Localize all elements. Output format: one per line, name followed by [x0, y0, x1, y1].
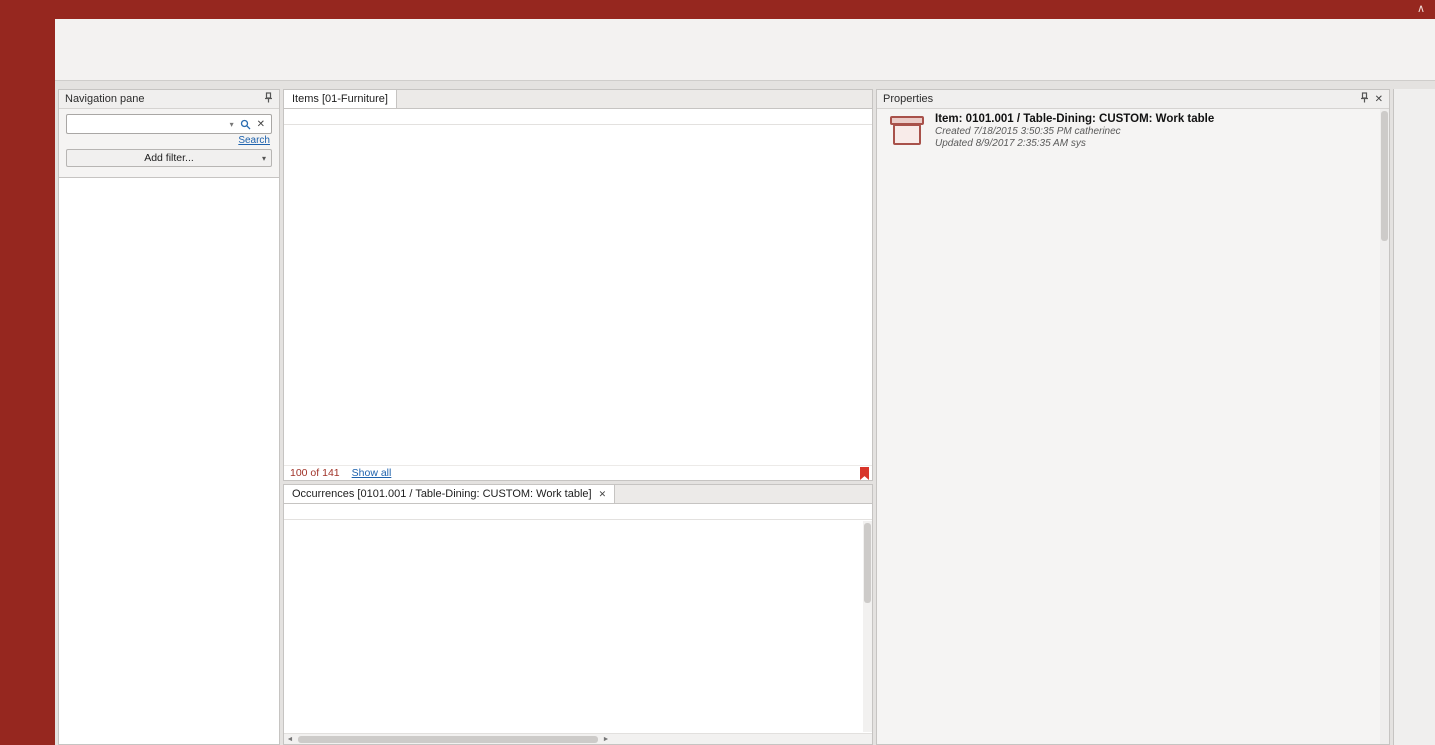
- occurrences-vertical-scrollbar[interactable]: [863, 521, 872, 732]
- pin-icon[interactable]: [1360, 92, 1369, 106]
- occurrences-table-header: [284, 504, 872, 520]
- search-link[interactable]: Search: [238, 135, 270, 146]
- items-panel: Items [01-Furniture] 100 of 141 Show all: [283, 89, 873, 481]
- occurrences-tab-label: Occurrences [0101.001 / Table-Dining: CU…: [292, 488, 592, 500]
- search-icon[interactable]: [237, 119, 254, 130]
- scroll-thumb[interactable]: [298, 736, 598, 743]
- occurrences-tabstrip: Occurrences [0101.001 / Table-Dining: CU…: [284, 485, 872, 504]
- properties-title: Properties ✕: [877, 90, 1389, 109]
- occurrences-tab[interactable]: Occurrences [0101.001 / Table-Dining: CU…: [284, 485, 615, 503]
- properties-panel: Properties ✕ Item: 0101.001 / Table-Dini…: [876, 89, 1390, 745]
- pin-icon[interactable]: [264, 92, 273, 106]
- properties-scrollbar[interactable]: [1380, 109, 1389, 744]
- item-created: Created 7/18/2015 3:50:35 PM catherinec: [935, 126, 1214, 138]
- item-header: Item: 0101.001 / Table-Dining: CUSTOM: W…: [889, 113, 1367, 150]
- scroll-right-icon[interactable]: ►: [600, 736, 612, 743]
- occurrences-horizontal-scrollbar[interactable]: ◄ ►: [284, 733, 872, 744]
- left-module-bar: [0, 19, 55, 745]
- items-tab[interactable]: Items [01-Furniture]: [284, 90, 397, 108]
- occurrences-table-body: [284, 520, 872, 733]
- add-filter-caret-icon: ▾: [262, 154, 266, 163]
- items-footer: 100 of 141 Show all: [284, 465, 872, 480]
- workspace: Navigation pane ▾ ✕ Search: [55, 81, 1435, 745]
- search-clear-icon[interactable]: ✕: [254, 119, 268, 130]
- navigation-pane-title-label: Navigation pane: [65, 93, 145, 105]
- items-count: 100 of 141: [290, 467, 340, 479]
- item-header-text: Item: 0101.001 / Table-Dining: CUSTOM: W…: [935, 113, 1214, 150]
- item-updated: Updated 8/9/2017 2:35:35 AM sys: [935, 138, 1214, 150]
- menubar: ∧: [0, 0, 1435, 19]
- item-box-icon: [889, 116, 925, 145]
- app-window: ∧ Navigation pane ▾: [0, 0, 1435, 745]
- bookmark-icon[interactable]: [860, 467, 869, 480]
- occurrences-panel: Occurrences [0101.001 / Table-Dining: CU…: [283, 484, 873, 745]
- main-area: Navigation pane ▾ ✕ Search: [0, 19, 1435, 745]
- search-box: ▾ ✕: [66, 114, 272, 134]
- navigation-pane-title: Navigation pane: [59, 90, 279, 109]
- items-table-header: [284, 109, 872, 125]
- navigation-pane: Navigation pane ▾ ✕ Search: [58, 89, 280, 745]
- search-link-row: Search: [68, 135, 270, 146]
- items-tab-label: Items [01-Furniture]: [292, 93, 388, 105]
- properties-title-label: Properties: [883, 93, 933, 105]
- right-tool-bar: [1393, 89, 1435, 745]
- show-all-link[interactable]: Show all: [352, 467, 392, 479]
- items-tabstrip: Items [01-Furniture]: [284, 90, 872, 109]
- search-dropdown-icon[interactable]: ▾: [227, 120, 237, 129]
- search-input[interactable]: [70, 118, 227, 130]
- close-icon[interactable]: ✕: [1375, 94, 1383, 105]
- items-table-body: [284, 125, 872, 465]
- item-group-tree: [59, 178, 279, 744]
- add-filter-button[interactable]: Add filter... ▾: [66, 149, 272, 167]
- add-filter-label: Add filter...: [144, 152, 194, 164]
- center-panels: Items [01-Furniture] 100 of 141 Show all: [283, 89, 873, 745]
- content-area: Navigation pane ▾ ✕ Search: [55, 19, 1435, 745]
- ribbon: [55, 19, 1435, 81]
- tab-close-icon[interactable]: ✕: [599, 489, 607, 500]
- properties-body: Item: 0101.001 / Table-Dining: CUSTOM: W…: [877, 109, 1389, 744]
- scroll-left-icon[interactable]: ◄: [284, 736, 296, 743]
- item-title: Item: 0101.001 / Table-Dining: CUSTOM: W…: [935, 113, 1214, 125]
- ribbon-collapse-icon[interactable]: ∧: [1417, 2, 1425, 15]
